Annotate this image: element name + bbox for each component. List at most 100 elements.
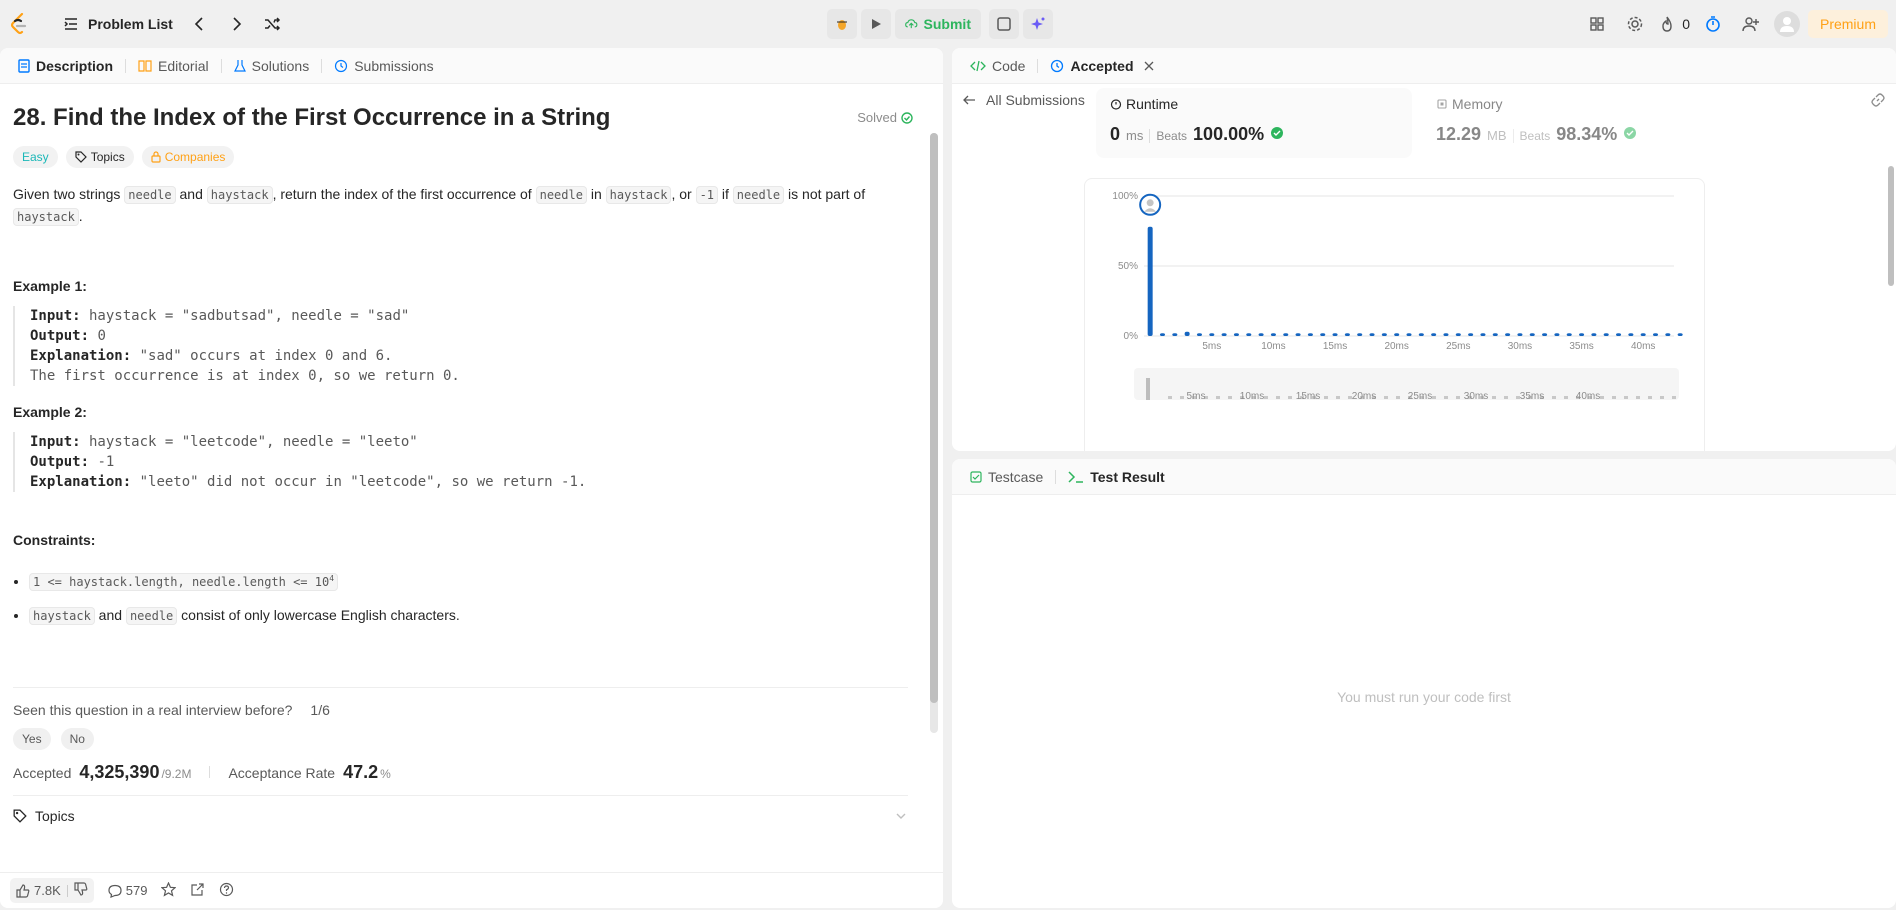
tab-code[interactable]: Code bbox=[962, 48, 1033, 84]
description-scrollbar[interactable] bbox=[930, 133, 938, 733]
flask-icon bbox=[233, 59, 246, 72]
leetcode-logo-icon[interactable] bbox=[8, 11, 30, 37]
tab-description[interactable]: Description bbox=[10, 48, 121, 84]
runtime-unit: ms bbox=[1126, 128, 1144, 143]
chart-bar bbox=[1640, 333, 1646, 336]
chevron-left-icon bbox=[194, 17, 203, 31]
help-button[interactable] bbox=[219, 882, 234, 900]
settings-button[interactable] bbox=[1620, 9, 1650, 39]
invite-button[interactable] bbox=[1736, 9, 1766, 39]
tab-testcase[interactable]: Testcase bbox=[962, 459, 1051, 495]
thumbs-down-icon bbox=[74, 882, 88, 896]
tab-testcase-label: Testcase bbox=[988, 468, 1044, 485]
tab-editorial[interactable]: Editorial bbox=[130, 48, 217, 84]
value: haystack = "sadbutsad", needle = "sad" bbox=[80, 308, 410, 324]
ai-assistant-button[interactable] bbox=[1023, 9, 1053, 39]
vote-group: 7.8K bbox=[10, 878, 94, 903]
problem-list-button[interactable]: Problem List bbox=[56, 9, 179, 39]
debug-button[interactable] bbox=[827, 9, 857, 39]
interview-question-count: 1/6 bbox=[310, 702, 330, 718]
label: Explanation: bbox=[30, 474, 132, 490]
chart-bar bbox=[1529, 333, 1535, 336]
user-icon bbox=[1779, 17, 1794, 32]
yes-button[interactable]: Yes bbox=[13, 728, 51, 750]
chart-bar bbox=[1653, 333, 1659, 336]
statement-text: Given two strings bbox=[13, 186, 125, 202]
premium-button[interactable]: Premium bbox=[1807, 10, 1888, 38]
brush-bar bbox=[1396, 396, 1400, 399]
next-problem-button[interactable] bbox=[221, 9, 251, 39]
problem-description: 28. Find the Index of the First Occurren… bbox=[13, 84, 913, 824]
bug-icon bbox=[837, 20, 847, 30]
memory-card[interactable]: Memory 12.29 MB Beats 98.34% bbox=[1422, 88, 1738, 158]
scrollbar-thumb[interactable] bbox=[930, 133, 938, 703]
accepted-label: Accepted bbox=[13, 765, 72, 781]
accepted-count: 4,325,390 bbox=[79, 762, 160, 782]
x-tick-label: 35ms bbox=[1569, 341, 1593, 352]
topics-section[interactable]: Topics bbox=[13, 808, 908, 824]
tab-divider bbox=[125, 58, 127, 73]
tab-solutions[interactable]: Solutions bbox=[226, 48, 318, 84]
example-1-heading: Example 1: bbox=[13, 278, 87, 294]
stats-divider bbox=[209, 766, 211, 778]
brush-bar bbox=[1624, 396, 1628, 399]
submission-scrollbar[interactable] bbox=[1886, 106, 1896, 446]
code-icon bbox=[970, 60, 986, 71]
inline-code: haystack bbox=[13, 208, 79, 226]
no-button[interactable]: No bbox=[60, 728, 94, 750]
notes-button[interactable] bbox=[989, 9, 1019, 39]
example-2-heading: Example 2: bbox=[13, 404, 87, 420]
memory-unit: MB bbox=[1487, 128, 1507, 143]
comments-button[interactable]: 579 bbox=[108, 883, 147, 898]
chevron-right-icon bbox=[233, 17, 241, 31]
chart-bar bbox=[1579, 333, 1585, 336]
chart-bar bbox=[1665, 333, 1671, 336]
tab-divider bbox=[1055, 469, 1057, 484]
top-bar-left: Problem List bbox=[8, 0, 287, 48]
runtime-label: Runtime bbox=[1126, 96, 1179, 112]
runtime-values: 0 ms Beats 100.00% bbox=[1110, 124, 1398, 145]
random-problem-button[interactable] bbox=[257, 9, 287, 39]
memory-header: Memory bbox=[1436, 96, 1724, 112]
memory-beats-value: 98.34% bbox=[1556, 124, 1618, 144]
layout-button[interactable] bbox=[1582, 9, 1612, 39]
tab-editorial-label: Editorial bbox=[158, 57, 209, 74]
tab-accepted[interactable]: Accepted bbox=[1042, 48, 1161, 84]
brush-bar bbox=[1228, 396, 1232, 399]
tab-submissions[interactable]: Submissions bbox=[326, 48, 441, 84]
companies-tag[interactable]: Companies bbox=[141, 146, 235, 168]
prev-problem-button[interactable] bbox=[185, 9, 215, 39]
chart-bar bbox=[1480, 333, 1486, 336]
brush-bar bbox=[1444, 396, 1448, 399]
link-icon[interactable] bbox=[1870, 92, 1886, 108]
close-icon[interactable] bbox=[1144, 61, 1154, 71]
like-button[interactable]: 7.8K bbox=[16, 883, 61, 898]
topics-tag[interactable]: Topics bbox=[65, 146, 134, 168]
runtime-distribution-chart[interactable]: 100% 50% 0% 5ms 10ms 15ms 20ms 25ms 30ms 35ms 40ms… bbox=[1094, 186, 1694, 436]
chevron-down-icon bbox=[896, 813, 906, 819]
chart-bar bbox=[1344, 333, 1350, 336]
runtime-card[interactable]: Runtime 0 ms Beats 100.00% bbox=[1096, 88, 1412, 158]
avatar[interactable] bbox=[1773, 11, 1800, 37]
shuffle-icon bbox=[264, 17, 280, 31]
scrollbar-thumb[interactable] bbox=[1888, 166, 1894, 286]
tab-description-label: Description bbox=[36, 57, 114, 74]
constraints-heading: Constraints: bbox=[13, 532, 96, 548]
brush-tick-label: 5ms bbox=[1187, 391, 1206, 402]
brush-bar bbox=[1552, 396, 1556, 399]
tab-test-result[interactable]: Test Result bbox=[1060, 459, 1172, 495]
left-tab-bar: Description Editorial Solutions Submissi… bbox=[0, 48, 943, 84]
streak-counter[interactable]: 0 bbox=[1658, 9, 1690, 39]
share-button[interactable] bbox=[190, 882, 205, 900]
divider bbox=[13, 795, 908, 796]
favorite-button[interactable] bbox=[161, 881, 177, 900]
inline-code: needle bbox=[732, 186, 785, 204]
run-button[interactable] bbox=[861, 9, 891, 39]
trophy-icon bbox=[1624, 127, 1637, 139]
timer-button[interactable] bbox=[1698, 9, 1728, 39]
flame-icon bbox=[1662, 16, 1672, 32]
dislike-button[interactable] bbox=[74, 882, 88, 899]
submit-button[interactable]: Submit bbox=[895, 9, 981, 39]
document-icon bbox=[18, 58, 30, 73]
checkbox-icon bbox=[970, 470, 982, 483]
